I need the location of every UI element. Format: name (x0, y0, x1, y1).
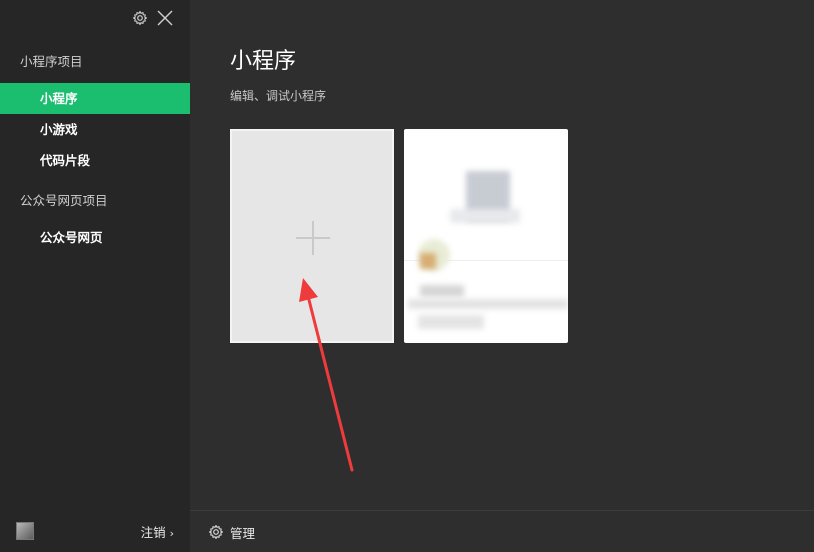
manage-button[interactable]: 管理 (208, 523, 255, 541)
sidebar-item-label: 公众号网页 (40, 230, 103, 245)
project-avatar-inner (420, 253, 436, 269)
gear-icon[interactable] (132, 10, 148, 26)
main-panel: 小程序 编辑、调试小程序 管理 (190, 0, 814, 552)
section-title-web-projects: 公众号网页项目 (20, 193, 108, 208)
sidebar-bottom-bar: 注销 › (0, 510, 190, 552)
sidebar-item-official-web[interactable]: 公众号网页 (0, 222, 190, 253)
new-project-card[interactable] (230, 129, 394, 343)
project-thumbnail-shadow (450, 209, 520, 223)
project-card[interactable] (404, 129, 568, 343)
window-controls (130, 8, 180, 28)
sidebar-item-code-snippet[interactable]: 代码片段 (0, 145, 190, 176)
sidebar-item-mini-program[interactable]: 小程序 (0, 83, 190, 114)
project-path-text (418, 315, 484, 329)
plus-icon-vertical (312, 221, 314, 255)
project-meta-text (408, 299, 568, 309)
app-window: 小程序项目 小程序 小游戏 代码片段 公众号网页项目 公众号网页 注销 › 小程序… (0, 0, 814, 552)
sidebar: 小程序项目 小程序 小游戏 代码片段 公众号网页项目 公众号网页 注销 › (0, 0, 190, 552)
sidebar-item-label: 代码片段 (40, 153, 91, 168)
manage-label: 管理 (230, 525, 256, 541)
page-subtitle: 编辑、调试小程序 (230, 89, 327, 103)
close-icon[interactable] (156, 9, 174, 27)
sidebar-item-label: 小程序 (40, 91, 78, 106)
sidebar-item-label: 小游戏 (40, 122, 78, 137)
section-title-mini-programs: 小程序项目 (20, 54, 83, 69)
logout-label: 注销 (140, 525, 166, 540)
chevron-right-icon: › (169, 527, 174, 540)
main-footer: 管理 (190, 510, 814, 552)
page-title: 小程序 (230, 49, 297, 74)
sidebar-item-mini-game[interactable]: 小游戏 (0, 114, 190, 145)
gear-icon (208, 524, 224, 540)
logout-button[interactable]: 注销 › (141, 522, 174, 541)
avatar[interactable] (16, 522, 34, 540)
project-name-text (420, 285, 464, 297)
